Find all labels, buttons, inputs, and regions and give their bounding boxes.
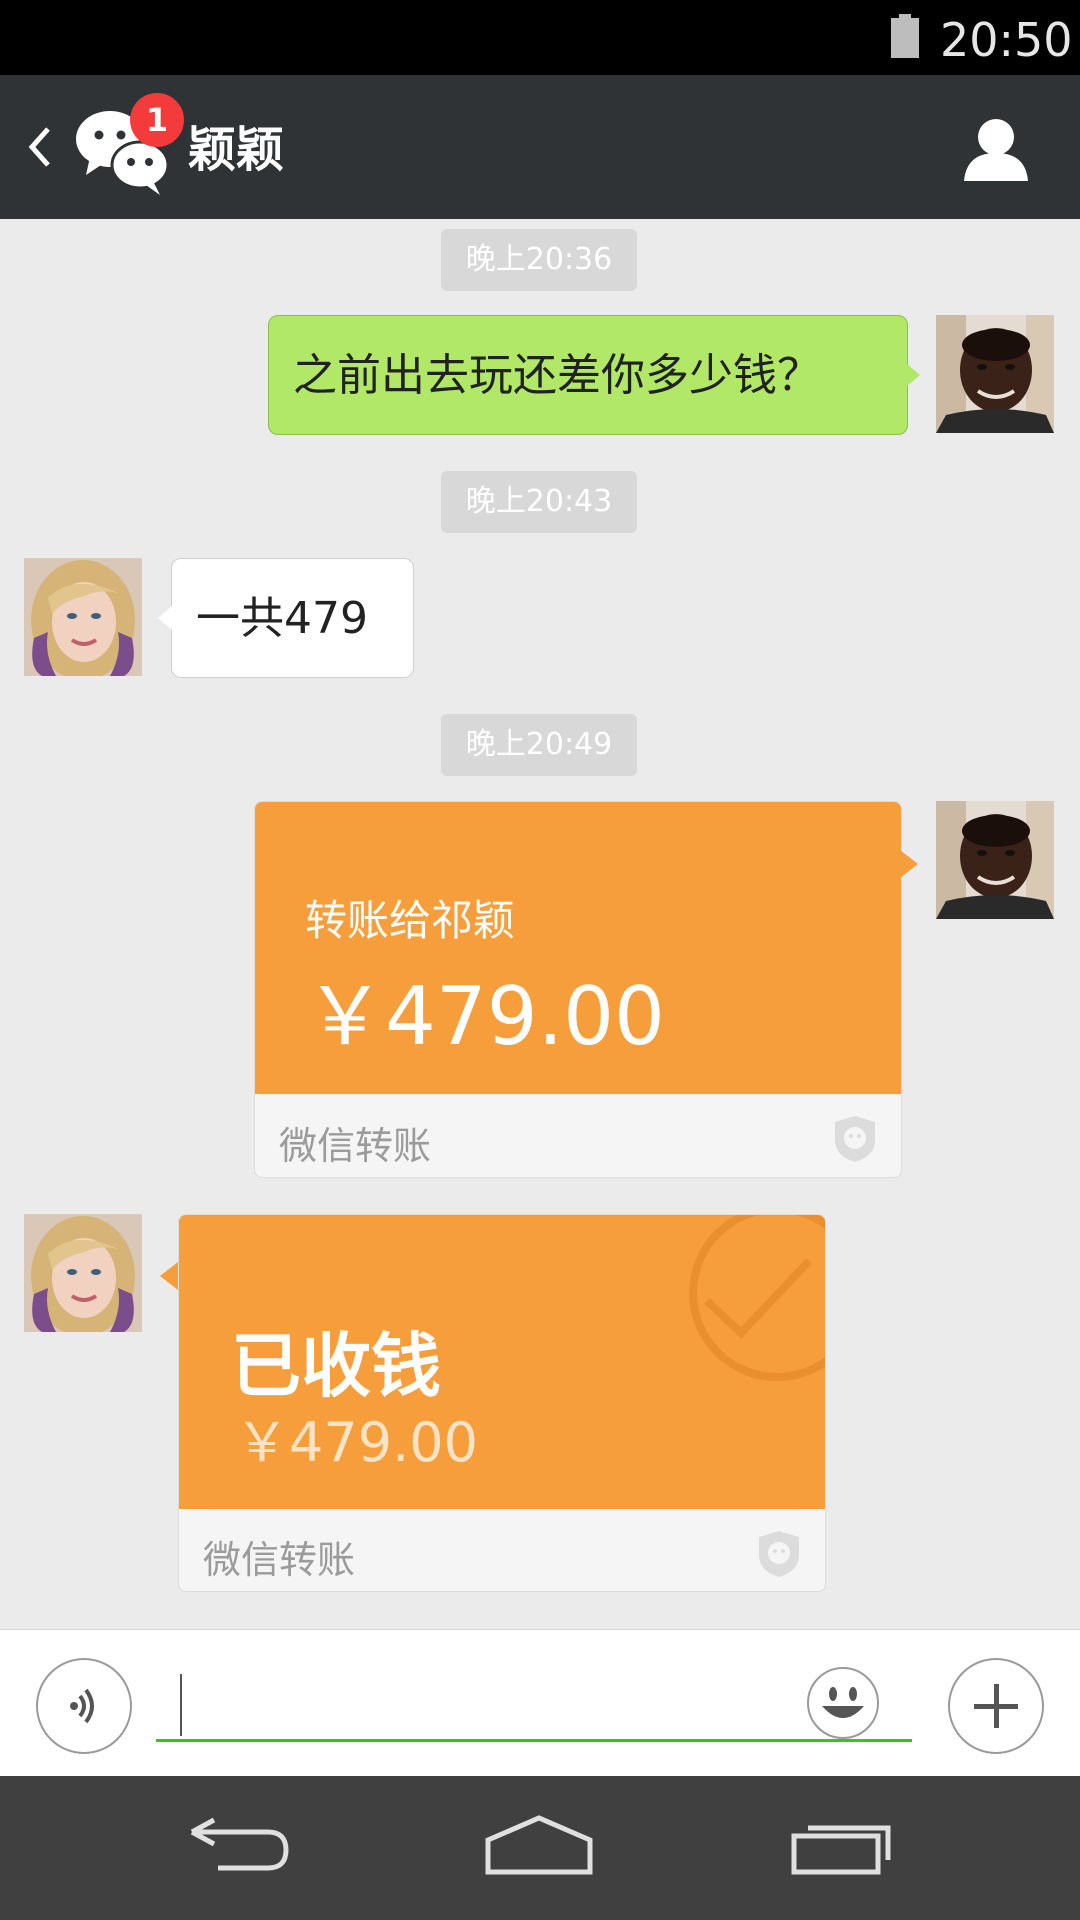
transfer-title: 转账给祁颖 — [305, 896, 516, 945]
battery-icon — [891, 14, 919, 58]
transfer-footer-label: 微信转账 — [203, 1538, 356, 1582]
shield-icon — [835, 1116, 875, 1162]
plus-button[interactable] — [948, 1658, 1044, 1754]
shield-icon — [759, 1531, 799, 1577]
time-label: 晚上20:43 — [441, 471, 637, 533]
plus-icon — [974, 1684, 1018, 1728]
message-text: 之前出去玩还差你多少钱？ — [293, 350, 821, 401]
transfer-amount: ￥479.00 — [235, 1411, 478, 1474]
voice-button[interactable] — [36, 1658, 132, 1754]
chat-header: 1 颖颖 — [0, 75, 1080, 219]
transfer-title: 已收钱 — [231, 1325, 441, 1407]
voice-icon — [70, 1688, 94, 1724]
status-bar: 20:50 — [0, 0, 1080, 75]
transfer-received-card[interactable]: 已收钱 ￥479.00 微信转账 — [178, 1214, 826, 1592]
bubble-tail — [900, 850, 918, 878]
unread-badge: 1 — [130, 93, 184, 147]
transfer-footer-label: 微信转账 — [279, 1124, 432, 1168]
message-input[interactable] — [156, 1670, 912, 1742]
emoji-icon[interactable] — [806, 1666, 880, 1740]
bubble-tail — [158, 606, 172, 630]
transfer-sent-card[interactable]: 转账给祁颖 ￥479.00 微信转账 — [254, 801, 902, 1178]
sent-message-bubble[interactable]: 之前出去玩还差你多少钱？ — [268, 315, 908, 435]
friend-avatar[interactable] — [24, 1214, 142, 1332]
transfer-amount: ￥479.00 — [305, 970, 665, 1063]
back-chevron-icon[interactable] — [28, 125, 52, 169]
my-avatar[interactable] — [936, 801, 1054, 919]
nav-recents-icon[interactable] — [790, 1814, 896, 1876]
time-label: 晚上20:36 — [441, 229, 637, 291]
system-nav-bar — [0, 1776, 1080, 1920]
chat-title: 颖颖 — [188, 122, 285, 178]
nav-back-icon[interactable] — [188, 1816, 292, 1872]
text-cursor — [180, 1674, 182, 1736]
nav-home-icon[interactable] — [484, 1814, 594, 1876]
profile-icon[interactable] — [962, 117, 1030, 181]
check-circle-icon — [689, 1215, 825, 1381]
time-label: 晚上20:49 — [441, 714, 637, 776]
bubble-tail — [906, 363, 920, 387]
friend-avatar[interactable] — [24, 558, 142, 676]
input-bar — [0, 1629, 1080, 1776]
status-time: 20:50 — [940, 13, 1073, 67]
bubble-tail — [160, 1262, 178, 1290]
message-text: 一共479 — [196, 593, 368, 644]
received-message-bubble[interactable]: 一共479 — [171, 558, 414, 678]
my-avatar[interactable] — [936, 315, 1054, 433]
